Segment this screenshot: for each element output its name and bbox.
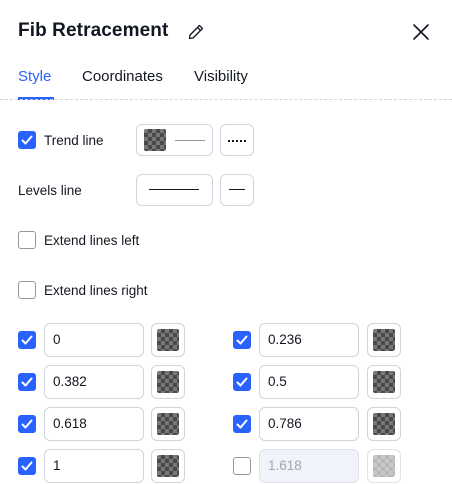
level-value-input-disabled[interactable]: 1.618 bbox=[259, 449, 359, 483]
level-color-button[interactable] bbox=[151, 449, 185, 483]
levels-line-style-button[interactable] bbox=[136, 174, 213, 206]
level-value-input[interactable]: 0.618 bbox=[44, 407, 144, 441]
dialog-header: Fib Retracement bbox=[0, 0, 452, 60]
tabs-divider bbox=[0, 99, 452, 100]
checkmark-icon bbox=[21, 335, 33, 345]
trend-line-color-swatch bbox=[144, 129, 166, 151]
level-checkbox[interactable] bbox=[233, 331, 251, 349]
level-color-swatch bbox=[373, 329, 395, 351]
trend-line-dash-button[interactable] bbox=[220, 124, 254, 156]
levels-line-label: Levels line bbox=[18, 183, 82, 198]
level-value-input[interactable]: 0.236 bbox=[259, 323, 359, 357]
checkmark-icon bbox=[21, 461, 33, 471]
level-color-swatch bbox=[157, 371, 179, 393]
checkmark-icon bbox=[21, 419, 33, 429]
checkmark-icon bbox=[236, 335, 248, 345]
solid-line-icon bbox=[175, 140, 205, 141]
level-checkbox[interactable] bbox=[18, 331, 36, 349]
level-color-button[interactable] bbox=[151, 407, 185, 441]
level-color-swatch bbox=[373, 455, 395, 477]
level-checkbox[interactable] bbox=[18, 415, 36, 433]
line-width-icon bbox=[229, 189, 245, 190]
trend-line-style-button[interactable] bbox=[136, 124, 213, 156]
level-checkbox[interactable] bbox=[233, 415, 251, 433]
tab-bar: Style Coordinates Visibility bbox=[0, 60, 452, 100]
level-color-button[interactable] bbox=[151, 323, 185, 357]
level-color-button[interactable] bbox=[367, 407, 401, 441]
level-color-swatch bbox=[373, 413, 395, 435]
solid-line-icon bbox=[149, 189, 199, 190]
dotted-line-icon bbox=[228, 140, 246, 142]
level-value-input[interactable]: 1 bbox=[44, 449, 144, 483]
level-checkbox[interactable] bbox=[18, 373, 36, 391]
level-color-swatch bbox=[157, 455, 179, 477]
extend-right-checkbox[interactable] bbox=[18, 281, 36, 299]
level-color-button[interactable] bbox=[367, 323, 401, 357]
level-value-input[interactable]: 0.382 bbox=[44, 365, 144, 399]
checkmark-icon bbox=[21, 377, 33, 387]
checkmark-icon bbox=[236, 377, 248, 387]
checkmark-icon bbox=[21, 135, 33, 145]
level-color-button-disabled[interactable] bbox=[367, 449, 401, 483]
extend-left-checkbox[interactable] bbox=[18, 231, 36, 249]
extend-right-label: Extend lines right bbox=[44, 283, 148, 298]
tab-coordinates[interactable]: Coordinates bbox=[82, 68, 163, 100]
close-icon[interactable] bbox=[410, 21, 432, 43]
tab-style[interactable]: Style bbox=[18, 68, 51, 100]
level-checkbox[interactable] bbox=[233, 457, 251, 475]
level-color-swatch bbox=[373, 371, 395, 393]
level-color-swatch bbox=[157, 413, 179, 435]
trend-line-checkbox[interactable] bbox=[18, 131, 36, 149]
level-value-input[interactable]: 0 bbox=[44, 323, 144, 357]
extend-left-label: Extend lines left bbox=[44, 233, 140, 248]
dialog-title: Fib Retracement bbox=[18, 20, 169, 41]
level-value-input[interactable]: 0.5 bbox=[259, 365, 359, 399]
pencil-icon[interactable] bbox=[186, 22, 206, 42]
checkmark-icon bbox=[236, 419, 248, 429]
level-checkbox[interactable] bbox=[233, 373, 251, 391]
level-checkbox[interactable] bbox=[18, 457, 36, 475]
tab-visibility[interactable]: Visibility bbox=[194, 68, 248, 100]
level-value-input[interactable]: 0.786 bbox=[259, 407, 359, 441]
trend-line-label: Trend line bbox=[44, 133, 104, 148]
levels-line-width-button[interactable] bbox=[220, 174, 254, 206]
level-color-button[interactable] bbox=[151, 365, 185, 399]
level-color-swatch bbox=[157, 329, 179, 351]
level-color-button[interactable] bbox=[367, 365, 401, 399]
